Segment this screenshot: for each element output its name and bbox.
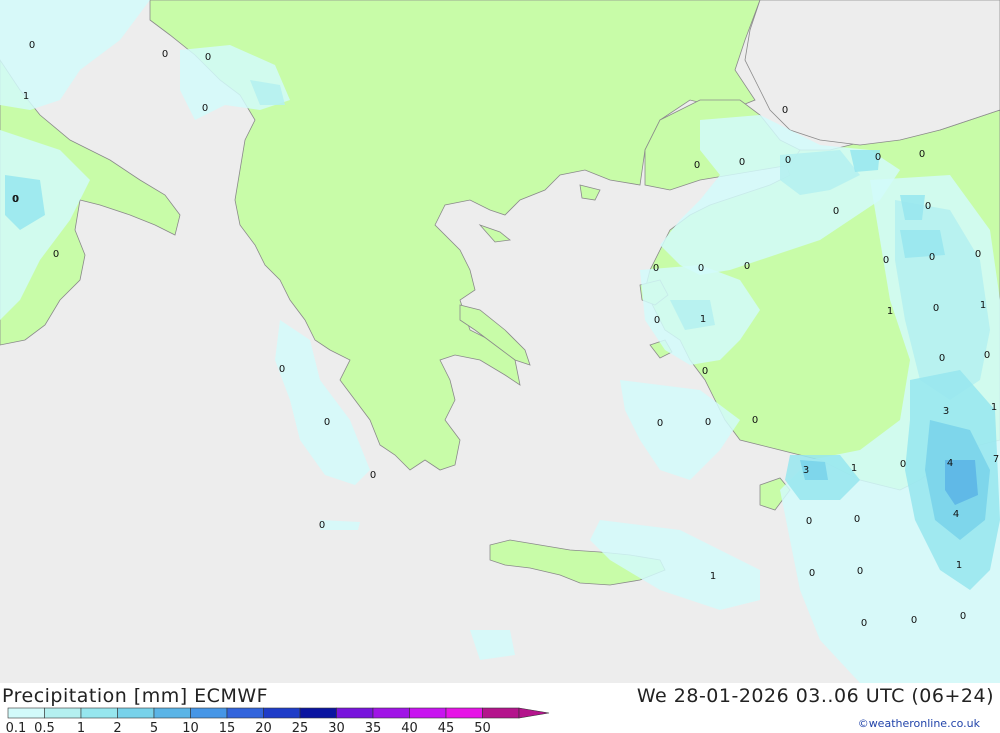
precip-value-label: 0 [854,514,860,525]
precip-value-label: 0 [933,303,939,314]
precipitation-legend: 0.1 0.5 1 2 5 10 15 20 25 30 35 40 45 50 [6,707,550,733]
precip-value-label: 0 [785,155,791,166]
precip-value-label: 0 [809,568,815,579]
precip-value-label: 0 [279,364,285,375]
precip-value-label: 0 [939,353,945,364]
legend-tick-label: 5 [150,721,158,733]
precip-value-label: 0 [694,160,700,171]
legend-tick-label: 1 [77,721,85,733]
legend-swatch [336,707,374,719]
precip-value-label: 1 [956,560,962,571]
legend-swatch [44,707,82,719]
precip-value-label: 0 [53,249,59,260]
legend-swatch [372,707,410,719]
precip-value-label: 0 [739,157,745,168]
legend-tick-label: 15 [219,721,236,733]
precip-value-label: 0 [205,52,211,63]
precip-value-label: 0 [929,252,935,263]
legend-swatch [263,707,301,719]
precip-value-label: 0 [900,459,906,470]
legend-swatch [409,707,447,719]
precip-value-label: 1 [980,300,986,311]
legend-swatch [445,707,483,719]
precip-value-label: 0 [806,516,812,527]
precip-value-label: 3 [803,465,809,476]
legend-tick-label: 40 [401,721,418,733]
map-canvas: 0 0 0 1 0 0 0 0 0 0 0 0 0 0 0 0 0 0 0 0 0 0 0 0 0 0 1 1 0 1 0 0 0 3 1 0 0 3 1 4… [0,0,1000,683]
precip-value-label: 0 [162,49,168,60]
legend-tick-labels: 0.1 0.5 1 2 5 10 15 20 25 30 35 40 45 50 [6,721,491,733]
legend-tick-label: 50 [474,721,491,733]
legend-tick-label: 45 [438,721,455,733]
precip-value-label: 0 [925,201,931,212]
precip-value-label: 0 [875,152,881,163]
legend-color-bar [7,707,550,719]
precip-value-label: 0 [324,417,330,428]
legend-tick-label: 10 [182,721,199,733]
legend-tick-label: 30 [328,721,345,733]
legend-swatch [190,707,228,719]
precip-value-label: 1 [710,571,716,582]
precip-value-label: 4 [953,509,959,520]
precip-value-label: 0 [29,40,35,51]
precip-value-label: 0 [702,366,708,377]
legend-swatch [153,707,191,719]
legend-swatch [482,707,520,719]
precip-value-label: 4 [947,458,953,469]
legend-tick-label: 35 [365,721,382,733]
precip-value-label: 0 [13,194,19,205]
precip-value-label: 0 [752,415,758,426]
precip-value-label: 7 [993,454,999,465]
precip-value-label: 0 [984,350,990,361]
precip-value-label: 0 [705,417,711,428]
precip-value-label: 0 [782,105,788,116]
precip-value-label: 0 [744,261,750,272]
precip-value-label: 3 [943,406,949,417]
precip-value-label: 0 [911,615,917,626]
legend-tick-label: 0.5 [34,721,55,733]
legend-tick-label: 20 [255,721,272,733]
legend-overflow-arrow [518,707,550,719]
precip-value-label: 0 [960,611,966,622]
precip-value-label: 1 [851,463,857,474]
precip-value-label: 0 [370,470,376,481]
map-footer: Precipitation [mm] ECMWF We 28-01-2026 0… [0,683,1000,733]
precip-value-label: 1 [887,306,893,317]
precip-value-label: 1 [23,91,29,102]
precip-value-label: 1 [991,402,997,413]
legend-tick-label: 2 [113,721,121,733]
precip-value-label: 0 [975,249,981,260]
legend-tick-label: 25 [292,721,309,733]
credit-link[interactable]: ©weatheronline.co.uk [858,717,980,730]
forecast-datetime: We 28-01-2026 03..06 UTC (06+24) [636,685,994,707]
legend-swatch [299,707,337,719]
precip-value-label: 0 [653,263,659,274]
precip-value-label: 0 [833,206,839,217]
precip-value-label: 0 [319,520,325,531]
precip-value-label: 0 [919,149,925,160]
precip-value-label: 0 [654,315,660,326]
precip-value-label: 0 [202,103,208,114]
precip-value-label: 1 [700,314,706,325]
precip-value-label: 0 [657,418,663,429]
legend-swatch [226,707,264,719]
precip-value-label: 0 [857,566,863,577]
legend-swatch [80,707,118,719]
precipitation-map[interactable]: 0 0 0 1 0 0 0 0 0 0 0 0 0 0 0 0 0 0 0 0 0 0 0 0 0 0 1 1 0 1 0 0 0 3 1 0 0 3 1 4… [0,0,1000,683]
precip-value-label: 0 [698,263,704,274]
precip-value-label: 0 [883,255,889,266]
legend-swatch [117,707,155,719]
precip-value-label: 0 [861,618,867,629]
legend-swatch [7,707,45,719]
legend-tick-label: 0.1 [6,721,27,733]
